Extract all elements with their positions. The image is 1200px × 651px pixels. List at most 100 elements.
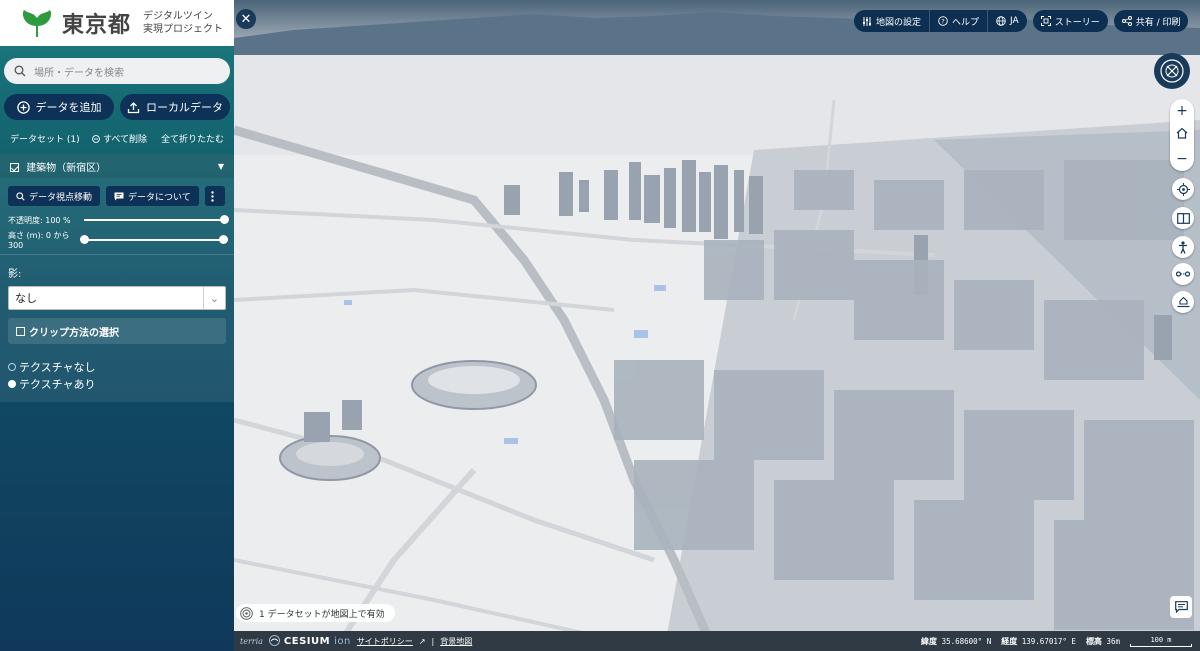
crosshair-icon (1176, 182, 1190, 196)
active-datasets-notice[interactable]: 1 データセットが地図上で有効 (236, 604, 395, 622)
share-icon (1121, 16, 1132, 26)
opacity-slider-handle[interactable] (220, 215, 229, 224)
remove-all-label: すべて削除 (102, 134, 147, 145)
height-max-handle[interactable] (219, 235, 228, 244)
map-settings-button[interactable]: 地図の設定 (854, 10, 931, 32)
top-toolbar: 地図の設定 ? ヘルプ JA ストーリー 共有 / 印刷 (854, 10, 1189, 32)
zoom-out-button[interactable]: − (1176, 151, 1188, 167)
external-link-icon: ↗ (418, 636, 426, 646)
compass-icon (1160, 59, 1184, 83)
longitude-label: 経度 (1001, 636, 1018, 646)
cesium-ion-logo[interactable]: CESIUM ion (268, 635, 351, 647)
shadow-select[interactable]: なし ⌄ (8, 286, 226, 310)
terria-logo[interactable]: terria (240, 637, 263, 646)
story-label: ストーリー (1054, 17, 1100, 28)
zoom-in-button[interactable]: + (1176, 103, 1188, 119)
collapse-all-button[interactable]: 全て折りたたむ (161, 132, 224, 145)
clip-label: クリップ方法の選択 (29, 327, 119, 339)
longitude-value: 139.67017° E (1021, 636, 1076, 646)
logo-subtitle-line1: デジタルツイン (143, 11, 213, 22)
search-icon (14, 65, 26, 77)
zoom-to-data-button[interactable]: データ視点移動 (8, 186, 101, 206)
cesium-logo-icon (268, 635, 280, 646)
svg-text:?: ? (941, 17, 944, 25)
opacity-label: 不透明度: 100 % (8, 215, 71, 225)
radio-button-off[interactable] (8, 362, 16, 371)
language-button[interactable]: JA (988, 10, 1027, 32)
local-data-label: ローカルデータ (146, 101, 223, 114)
sliders-icon (863, 16, 871, 26)
share-group: 共有 / 印刷 (1113, 10, 1189, 32)
height-row: 高さ (m): 0 から 300 (0, 230, 234, 250)
help-label: ヘルプ (952, 17, 980, 28)
active-datasets-text: 1 データセットが地図上で有効 (259, 609, 385, 620)
clip-checkbox[interactable] (16, 326, 25, 336)
height-range-slider[interactable] (80, 235, 228, 244)
sidebar: 東京都 デジタルツイン 実現プロジェクト 場所・データを検索 データを追加 ロー… (0, 0, 234, 651)
scale-bar: 100 m (1130, 636, 1192, 647)
caret-down-icon[interactable]: ▼ (218, 162, 224, 171)
opacity-slider[interactable] (84, 215, 229, 224)
pedestrian-mode-button[interactable] (1172, 236, 1194, 258)
clip-method-toggle[interactable]: クリップ方法の選択 (8, 318, 226, 344)
split-view-button[interactable] (1172, 207, 1194, 229)
compass-control[interactable] (1154, 53, 1190, 89)
person-icon (1179, 240, 1187, 254)
cesium-ion-text: ion (334, 636, 351, 647)
split-screen-icon (1176, 212, 1190, 224)
add-data-label: データを追加 (35, 101, 102, 114)
signal-icon (240, 606, 253, 620)
chevron-down-icon: ⌄ (203, 287, 225, 309)
feedback-button[interactable] (1170, 596, 1192, 618)
kebab-menu-icon (211, 190, 214, 202)
globe-icon (996, 16, 1006, 26)
add-circle-icon (16, 100, 30, 114)
help-button[interactable]: ? ヘルプ (930, 10, 989, 32)
height-min-handle[interactable] (80, 235, 89, 244)
logo-subtitle: デジタルツイン 実現プロジェクト (143, 10, 223, 36)
logo-subtitle-line2: 実現プロジェクト (143, 24, 224, 35)
story-button[interactable]: ストーリー (1033, 10, 1108, 32)
help-circle-icon: ? (938, 16, 948, 26)
scale-bar-line (1130, 643, 1192, 647)
layer-visibility-checkbox[interactable] (10, 162, 19, 172)
about-data-button[interactable]: データについて (106, 186, 199, 206)
divider (0, 254, 234, 255)
home-icon[interactable] (1176, 127, 1188, 143)
background-map-link[interactable]: 背景地図 (440, 636, 472, 647)
latitude-value: 35.68600° N (941, 636, 992, 646)
underground-view-button[interactable] (1172, 291, 1194, 313)
settings-help-lang-group: 地図の設定 ? ヘルプ JA (854, 10, 1027, 32)
texture-option-none[interactable]: テクスチャなし (0, 358, 234, 375)
upload-icon (127, 101, 140, 113)
minus-circle-icon (92, 134, 100, 143)
layer-panel: 建築物（新宿区） ▼ データ視点移動 データについて 不透明度: 100 % 高… (0, 154, 234, 402)
credits: terria CESIUM ion サイトポリシー ↗ | 背景地図 (234, 635, 472, 647)
tokyo-ginkgo-logo-icon (22, 10, 52, 37)
map-viewport[interactable]: + − (234, 0, 1200, 651)
share-print-button[interactable]: 共有 / 印刷 (1114, 10, 1189, 32)
scale-label: 100 m (1150, 635, 1172, 644)
shadow-label: 影: (8, 269, 22, 280)
3d-city-scene[interactable] (234, 0, 1200, 651)
dataset-header: データセット (1) すべて削除 全て折りたたむ (0, 126, 234, 154)
remove-all-button[interactable]: すべて削除 (92, 132, 147, 145)
search-input[interactable]: 場所・データを検索 (4, 58, 230, 84)
zoom-controls: + − (1170, 99, 1194, 171)
zoom-to-data-label: データ視点移動 (29, 192, 93, 203)
texture-option-with[interactable]: テクスチャあり (0, 375, 234, 392)
search-icon (16, 191, 25, 201)
more-options-button[interactable] (204, 186, 225, 206)
coordinates-readout: 緯度 35.68600° N 経度 139.67017° E 標高 36m 10… (921, 636, 1200, 647)
layer-title: 建築物（新宿区） (26, 162, 107, 174)
local-data-button[interactable]: ローカルデータ (120, 94, 230, 120)
radio-button-on[interactable] (8, 379, 16, 388)
latitude-label: 緯度 (921, 636, 938, 646)
layer-header[interactable]: 建築物（新宿区） ▼ (0, 154, 234, 178)
site-policy-link[interactable]: サイトポリシー (357, 636, 413, 647)
measure-tool-button[interactable] (1172, 263, 1194, 285)
close-sidebar-button[interactable]: ✕ (236, 9, 256, 29)
add-data-button[interactable]: データを追加 (4, 94, 114, 120)
logo-title: 東京都 (62, 12, 132, 38)
my-location-button[interactable] (1172, 178, 1194, 200)
